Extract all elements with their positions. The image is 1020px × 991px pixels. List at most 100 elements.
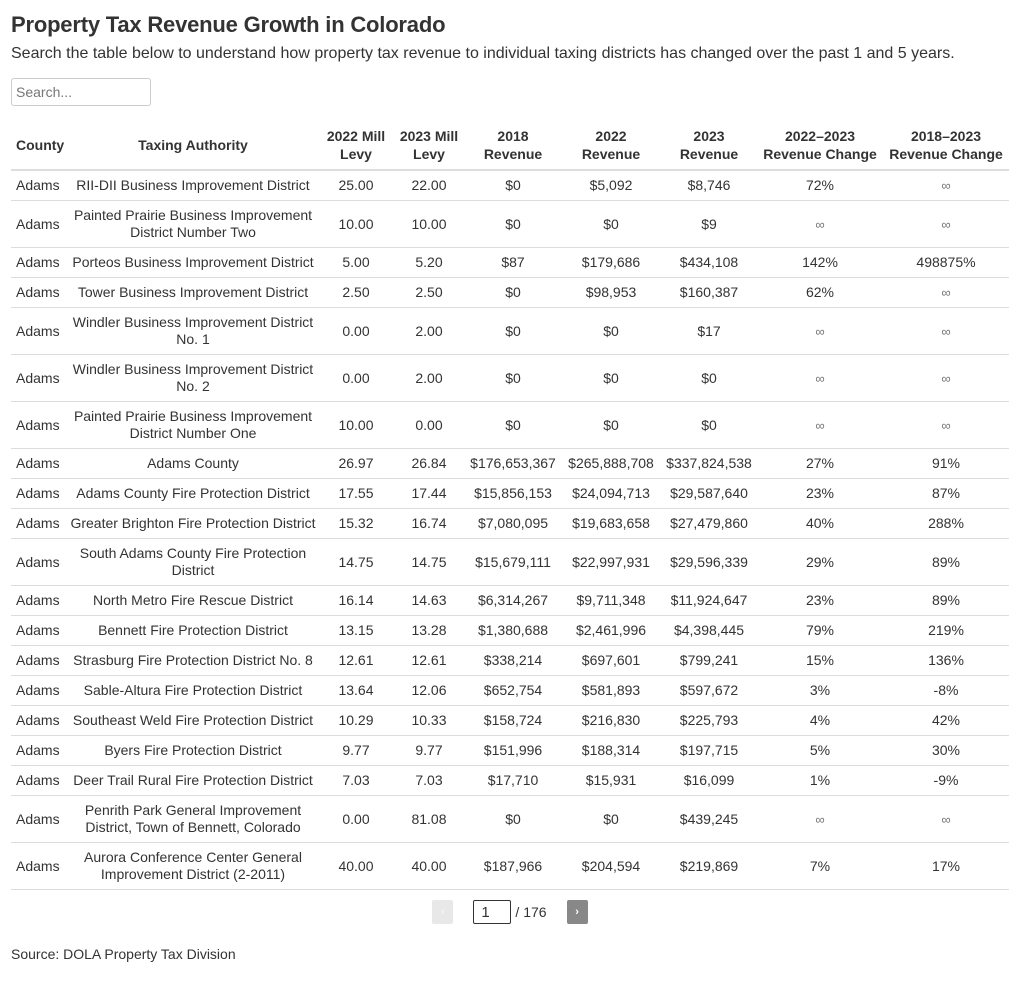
cell-county: Adams (11, 170, 67, 201)
cell-change-2022-2023: ∞ (757, 401, 883, 449)
table-row: Adams North Metro Fire Rescue District 16.… (11, 585, 1009, 616)
cell-revenue-2023: $16,099 (661, 765, 757, 796)
cell-revenue-2023: $434,108 (661, 247, 757, 278)
cell-county: Adams (11, 478, 67, 509)
cell-mill-levy-2023: 81.08 (393, 795, 465, 843)
cell-taxing-authority: South Adams County Fire Protection Distr… (67, 538, 319, 586)
cell-revenue-2018: $187,966 (465, 842, 561, 890)
cell-revenue-2018: $151,996 (465, 735, 561, 766)
cell-revenue-2023: $17 (661, 307, 757, 355)
cell-revenue-2022: $98,953 (561, 277, 661, 308)
header-label: Levy (340, 146, 372, 162)
cell-revenue-2022: $265,888,708 (561, 448, 661, 479)
cell-taxing-authority: Penrith Park General Improvement Distric… (67, 795, 319, 843)
cell-mill-levy-2023: 14.75 (393, 538, 465, 586)
cell-revenue-2023: $439,245 (661, 795, 757, 843)
prev-page-button[interactable]: ‹ (432, 900, 454, 924)
header-label: Revenue (581, 146, 641, 162)
table-row: Adams South Adams County Fire Protection … (11, 538, 1009, 586)
cell-revenue-2018: $0 (465, 170, 561, 201)
cell-change-2022-2023: 142% (757, 247, 883, 278)
cell-revenue-2018: $15,679,111 (465, 538, 561, 586)
page-total: / 176 (515, 904, 547, 920)
cell-mill-levy-2023: 7.03 (393, 765, 465, 796)
cell-revenue-2022: $9,711,348 (561, 585, 661, 616)
table-row: Adams Bennett Fire Protection District 13.… (11, 615, 1009, 646)
cell-mill-levy-2022: 13.64 (319, 675, 393, 706)
cell-mill-levy-2023: 9.77 (393, 735, 465, 766)
header-label: Revenue (679, 146, 739, 162)
cell-revenue-2023: $29,587,640 (661, 478, 757, 509)
cell-change-2022-2023: 1% (757, 765, 883, 796)
cell-change-2018-2023: 136% (883, 645, 1009, 676)
cell-revenue-2018: $0 (465, 795, 561, 843)
cell-county: Adams (11, 448, 67, 479)
page-subtitle: Search the table below to understand how… (11, 45, 955, 62)
cell-change-2022-2023: 79% (757, 615, 883, 646)
cell-taxing-authority: Painted Prairie Business Improvement Dis… (67, 200, 319, 248)
cell-taxing-authority: RII-DII Business Improvement District (67, 170, 319, 201)
table-row: Adams Southeast Weld Fire Protection Dist… (11, 705, 1009, 736)
cell-revenue-2018: $6,314,267 (465, 585, 561, 616)
cell-revenue-2022: $19,683,658 (561, 508, 661, 539)
table-row: Adams Penrith Park General Improvement Di… (11, 795, 1009, 843)
cell-revenue-2018: $17,710 (465, 765, 561, 796)
cell-change-2022-2023: 4% (757, 705, 883, 736)
cell-revenue-2018: $0 (465, 200, 561, 248)
next-page-button[interactable]: › (566, 900, 588, 924)
cell-change-2018-2023: ∞ (883, 277, 1009, 308)
cell-change-2018-2023: -8% (883, 675, 1009, 706)
cell-county: Adams (11, 247, 67, 278)
cell-mill-levy-2022: 9.77 (319, 735, 393, 766)
table-body: Adams RII-DII Business Improvement Distri… (11, 170, 1009, 890)
header-label: Levy (413, 146, 445, 162)
cell-mill-levy-2023: 26.84 (393, 448, 465, 479)
header-label: Revenue Change (889, 146, 1003, 162)
cell-mill-levy-2023: 2.00 (393, 354, 465, 402)
page-title: Property Tax Revenue Growth in Colorado (11, 12, 446, 37)
cell-change-2018-2023: 89% (883, 585, 1009, 616)
cell-county: Adams (11, 842, 67, 890)
cell-revenue-2022: $24,094,713 (561, 478, 661, 509)
column-header-revenue-2022: 2022 Revenue (561, 126, 661, 171)
header-label: 2022–2023 (784, 128, 856, 144)
cell-taxing-authority: Greater Brighton Fire Protection Distric… (67, 508, 319, 539)
table-row: Adams Adams County Fire Protection Distri… (11, 478, 1009, 509)
cell-revenue-2022: $15,931 (561, 765, 661, 796)
cell-revenue-2022: $216,830 (561, 705, 661, 736)
column-header-revenue-2018: 2018 Revenue (465, 126, 561, 171)
cell-taxing-authority: Bennett Fire Protection District (67, 615, 319, 646)
cell-mill-levy-2022: 12.61 (319, 645, 393, 676)
table-row: Adams Strasburg Fire Protection District … (11, 645, 1009, 676)
cell-revenue-2018: $1,380,688 (465, 615, 561, 646)
cell-revenue-2018: $0 (465, 354, 561, 402)
cell-change-2022-2023: 23% (757, 585, 883, 616)
cell-change-2018-2023: ∞ (883, 354, 1009, 402)
chevron-right-icon: › (575, 906, 579, 918)
cell-mill-levy-2022: 26.97 (319, 448, 393, 479)
column-header-mill-levy-2023: 2023 Mill Levy (393, 126, 465, 171)
cell-taxing-authority: Sable-Altura Fire Protection District (67, 675, 319, 706)
cell-change-2022-2023: ∞ (757, 307, 883, 355)
cell-revenue-2023: $0 (661, 354, 757, 402)
cell-revenue-2022: $581,893 (561, 675, 661, 706)
cell-taxing-authority: Adams County Fire Protection District (67, 478, 319, 509)
cell-mill-levy-2023: 12.06 (393, 675, 465, 706)
cell-mill-levy-2022: 16.14 (319, 585, 393, 616)
cell-change-2022-2023: 29% (757, 538, 883, 586)
cell-county: Adams (11, 615, 67, 646)
cell-mill-levy-2022: 10.00 (319, 200, 393, 248)
cell-change-2022-2023: 40% (757, 508, 883, 539)
cell-mill-levy-2022: 10.00 (319, 401, 393, 449)
cell-mill-levy-2022: 40.00 (319, 842, 393, 890)
cell-revenue-2022: $0 (561, 795, 661, 843)
cell-taxing-authority: Strasburg Fire Protection District No. 8 (67, 645, 319, 676)
search-input[interactable] (11, 78, 151, 106)
page-number-input[interactable] (473, 900, 512, 924)
cell-change-2018-2023: ∞ (883, 307, 1009, 355)
cell-taxing-authority: North Metro Fire Rescue District (67, 585, 319, 616)
cell-county: Adams (11, 795, 67, 843)
cell-taxing-authority: Tower Business Improvement District (67, 277, 319, 308)
cell-change-2018-2023: ∞ (883, 401, 1009, 449)
cell-mill-levy-2023: 17.44 (393, 478, 465, 509)
